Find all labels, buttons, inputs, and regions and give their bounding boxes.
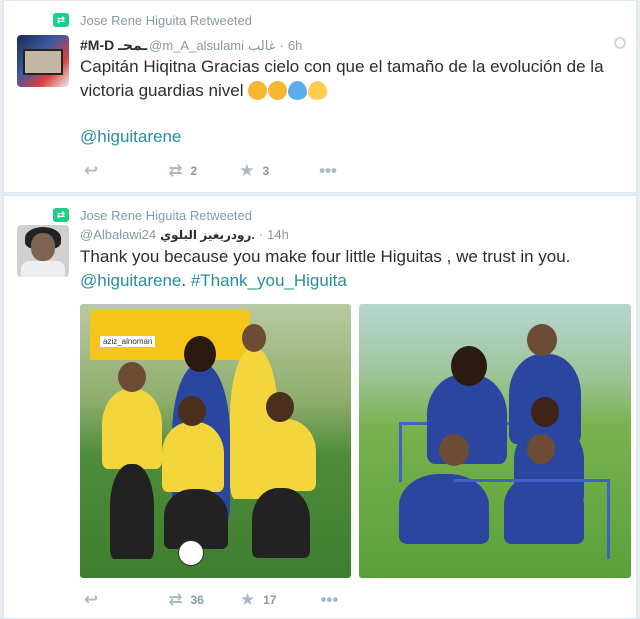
tweet-header: @Albalawi24 رودريغيز البلوي. · 14h (80, 227, 289, 242)
retweet-button[interactable]: ⇄ 36 (168, 590, 204, 610)
like-count: 17 (263, 593, 277, 607)
retweeted-by-label[interactable]: Jose Rene Higuita Retweeted (80, 208, 252, 223)
more-options-icon[interactable] (614, 37, 626, 49)
mention-link[interactable]: @higuitarene (80, 271, 181, 290)
tweet-header: #M-D ـمحـ @m_A_alsulami غالب · 6h (80, 37, 302, 54)
mention-link[interactable]: @higuitarene (80, 125, 622, 149)
tweet-card[interactable]: ⇄ Jose Rene Higuita Retweeted @Albalawi2… (3, 195, 637, 619)
tweet-text: Capitán Hiqitna Gracias cielo con que el… (80, 55, 622, 103)
separator-dot: · (279, 38, 284, 53)
retweet-count: 2 (190, 164, 198, 178)
retweet-context: ⇄ Jose Rene Higuita Retweeted (53, 206, 252, 224)
star-icon: ★ (239, 590, 256, 609)
yellow-heart-icon (308, 81, 328, 100)
reply-icon[interactable]: ↩ (84, 161, 98, 181)
retweeted-by-label[interactable]: Jose Rene Higuita Retweeted (80, 13, 252, 28)
retweet-icon: ⇄ (53, 13, 69, 27)
retweet-icon: ⇄ (53, 208, 69, 222)
retweet-count: 36 (190, 593, 204, 607)
avatar[interactable] (17, 35, 69, 87)
tweet-photo[interactable]: aziz_alnoman (80, 304, 351, 578)
like-button[interactable]: ★ 17 (240, 590, 277, 610)
user-handle[interactable]: @m_A_alsulami (149, 38, 244, 53)
user-handle[interactable]: @Albalawi24 (80, 227, 156, 242)
kissing-face-icon (248, 81, 268, 100)
more-icon[interactable]: ••• (320, 590, 338, 610)
tweet-links: @higuitarene. #Thank_you_Higuita (80, 271, 347, 290)
tweet-actions: ↩ ⇄ 2 ★ 3 ••• (84, 161, 337, 181)
like-button[interactable]: ★ 3 (239, 161, 269, 181)
more-icon[interactable]: ••• (319, 161, 337, 181)
sign-board: aziz_alnoman (90, 310, 250, 360)
tweet-text: Thank you because you make four little H… (80, 245, 622, 269)
tweet-body: Capitán Hiqitna Gracias cielo con que el… (80, 57, 604, 100)
retweet-context: ⇄ Jose Rene Higuita Retweeted (53, 11, 252, 29)
separator-dot: · (258, 227, 264, 242)
blue-heart-icon (288, 81, 308, 100)
retweet-icon: ⇄ (168, 161, 183, 180)
retweet-icon: ⇄ (168, 590, 183, 609)
user-handle-suffix[interactable]: غالب (248, 38, 276, 54)
avatar[interactable] (17, 225, 69, 277)
reply-icon[interactable]: ↩ (84, 590, 98, 610)
tweet-card[interactable]: ⇄ Jose Rene Higuita Retweeted #M-D ـمحـ … (3, 0, 637, 193)
tweet-photo[interactable] (359, 304, 631, 578)
display-name[interactable]: رودريغيز البلوي. (160, 228, 255, 242)
like-count: 3 (262, 164, 270, 178)
kissing-face-icon (268, 81, 288, 100)
timestamp[interactable]: 6h (288, 38, 302, 53)
tweet-actions: ↩ ⇄ 36 ★ 17 ••• (84, 590, 338, 610)
star-icon: ★ (239, 161, 255, 180)
display-name[interactable]: #M-D ـمحـ (80, 37, 147, 54)
hashtag-link[interactable]: #Thank_you_Higuita (191, 271, 347, 290)
retweet-button[interactable]: ⇄ 2 (168, 161, 197, 181)
photo-tag: aziz_alnoman (100, 336, 156, 347)
timestamp[interactable]: 14h (267, 227, 289, 242)
tweet-body: Thank you because you make four little H… (80, 247, 571, 266)
